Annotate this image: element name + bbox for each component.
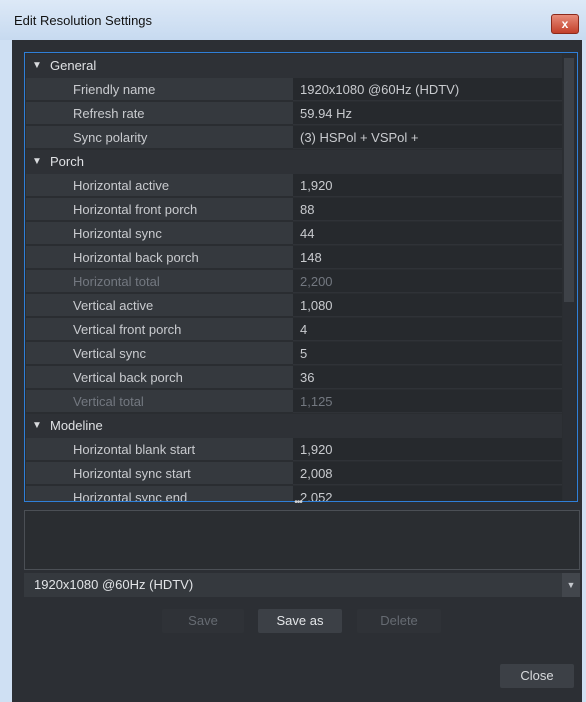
property-value[interactable]: 59.94 Hz <box>293 102 562 125</box>
property-row[interactable]: Vertical total 1,125 <box>26 390 562 414</box>
property-label: Horizontal front porch <box>26 198 293 221</box>
property-row[interactable]: Vertical front porch 4 <box>26 318 562 342</box>
property-row[interactable]: Vertical sync 5 <box>26 342 562 366</box>
splitter-handle[interactable]: ••• <box>290 498 306 510</box>
property-label: Horizontal sync start <box>26 462 293 485</box>
section-title: Porch <box>50 154 84 169</box>
property-label: Horizontal blank start <box>26 438 293 461</box>
property-value[interactable]: (3) HSPol + VSPol + <box>293 126 562 149</box>
section-header-modeline[interactable]: ▼ Modeline <box>26 414 562 438</box>
property-label: Friendly name <box>26 78 293 101</box>
property-value: 1,125 <box>293 390 562 413</box>
preset-dropdown-value: 1920x1080 @60Hz (HDTV) <box>34 577 194 592</box>
property-label: Horizontal sync <box>26 222 293 245</box>
property-value[interactable]: 44 <box>293 222 562 245</box>
property-value[interactable]: 1,920 <box>293 438 562 461</box>
property-label: Vertical active <box>26 294 293 317</box>
notes-area[interactable] <box>24 510 580 570</box>
section-title: Modeline <box>50 418 103 433</box>
property-label: Horizontal active <box>26 174 293 197</box>
property-row[interactable]: Horizontal front porch 88 <box>26 198 562 222</box>
property-value[interactable]: 2,052 <box>293 486 562 501</box>
chevron-down-icon[interactable]: ▼ <box>32 54 42 78</box>
property-label: Vertical front porch <box>26 318 293 341</box>
property-label: Vertical sync <box>26 342 293 365</box>
chevron-down-icon[interactable]: ▼ <box>32 414 42 438</box>
property-row[interactable]: Horizontal active 1,920 <box>26 174 562 198</box>
save-button[interactable]: Save <box>162 609 244 633</box>
dialog-client-area: ▼ General Friendly name 1920x1080 @60Hz (HD… <box>12 40 582 702</box>
property-value[interactable]: 1920x1080 @60Hz (HDTV) <box>293 78 562 101</box>
properties-tree-content: ▼ General Friendly name 1920x1080 @60Hz (HD… <box>26 54 562 501</box>
tree-scrollbar[interactable] <box>563 54 575 500</box>
window-title: Edit Resolution Settings <box>14 13 153 28</box>
property-label: Vertical total <box>26 390 293 413</box>
property-label: Refresh rate <box>26 102 293 125</box>
property-row[interactable]: Sync polarity (3) HSPol + VSPol + <box>26 126 562 150</box>
section-title: General <box>50 58 97 73</box>
edit-resolution-dialog: Edit Resolution Settings x ▼ General Frien… <box>0 0 586 702</box>
property-row[interactable]: Refresh rate 59.94 Hz <box>26 102 562 126</box>
close-window-button[interactable]: x <box>551 14 579 34</box>
property-row[interactable]: Vertical active 1,080 <box>26 294 562 318</box>
property-row[interactable]: Horizontal sync start 2,008 <box>26 462 562 486</box>
delete-button[interactable]: Delete <box>357 609 441 633</box>
property-value: 2,200 <box>293 270 562 293</box>
property-value[interactable]: 36 <box>293 366 562 389</box>
property-value[interactable]: 1,920 <box>293 174 562 197</box>
property-row[interactable]: Horizontal total 2,200 <box>26 270 562 294</box>
dropdown-arrow-icon[interactable]: ▼ <box>562 573 580 597</box>
property-value[interactable]: 4 <box>293 318 562 341</box>
property-label: Vertical back porch <box>26 366 293 389</box>
property-row[interactable]: Vertical back porch 36 <box>26 366 562 390</box>
property-value[interactable]: 148 <box>293 246 562 269</box>
property-row[interactable]: Horizontal blank start 1,920 <box>26 438 562 462</box>
scrollbar-thumb[interactable] <box>564 58 574 302</box>
property-row[interactable]: Horizontal back porch 148 <box>26 246 562 270</box>
property-label: Horizontal back porch <box>26 246 293 269</box>
title-bar: Edit Resolution Settings x <box>0 0 586 40</box>
chevron-down-icon[interactable]: ▼ <box>32 150 42 174</box>
preset-dropdown[interactable]: 1920x1080 @60Hz (HDTV) ▼ <box>24 573 580 597</box>
property-label: Sync polarity <box>26 126 293 149</box>
property-label: Horizontal sync end <box>26 486 293 501</box>
close-button[interactable]: Close <box>500 664 574 688</box>
property-value[interactable]: 1,080 <box>293 294 562 317</box>
property-label: Horizontal total <box>26 270 293 293</box>
property-row[interactable]: Friendly name 1920x1080 @60Hz (HDTV) <box>26 78 562 102</box>
property-value[interactable]: 5 <box>293 342 562 365</box>
section-header-porch[interactable]: ▼ Porch <box>26 150 562 174</box>
property-value[interactable]: 88 <box>293 198 562 221</box>
save-as-button[interactable]: Save as <box>258 609 342 633</box>
property-value[interactable]: 2,008 <box>293 462 562 485</box>
section-header-general[interactable]: ▼ General <box>26 54 562 78</box>
property-row[interactable]: Horizontal sync 44 <box>26 222 562 246</box>
properties-tree[interactable]: ▼ General Friendly name 1920x1080 @60Hz (HD… <box>24 52 578 502</box>
